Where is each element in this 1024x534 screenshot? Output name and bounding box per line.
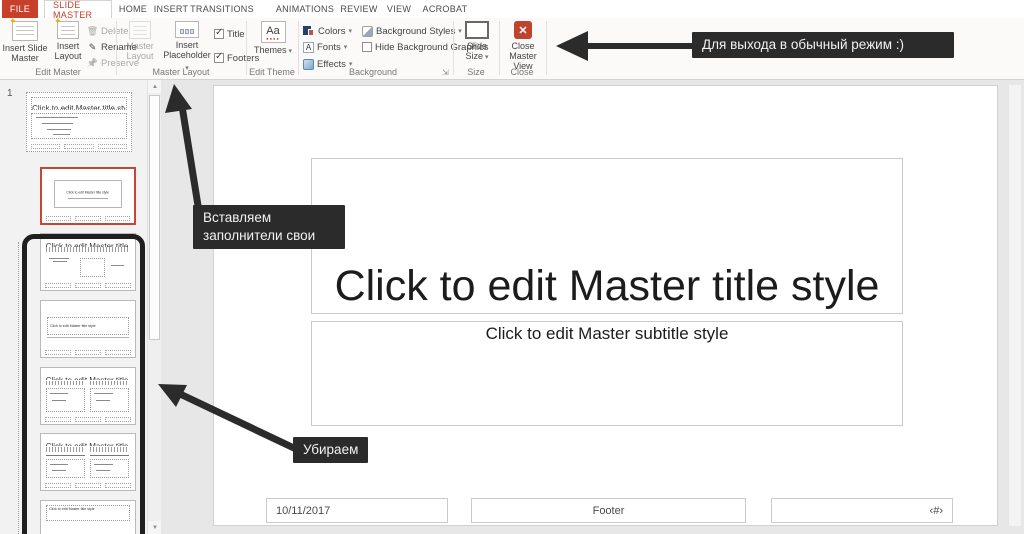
close-icon: ✕	[514, 21, 532, 39]
fonts-icon: A	[303, 41, 314, 53]
insert-slide-master-button[interactable]: ✦ Insert Slide Master	[2, 16, 48, 63]
thumbnail-layout-title-slide[interactable]: Click to edit Master title style	[40, 167, 136, 225]
scroll-down-button[interactable]: ▼	[148, 521, 161, 534]
panel-guide-line	[18, 242, 19, 534]
footer-placeholder[interactable]: Footer	[471, 498, 746, 523]
slide-number-label: 1	[7, 88, 13, 99]
thumbnail-layout-title-content[interactable]: Click to edit Master title style	[40, 233, 136, 291]
master-layout-group-label: Master Layout	[152, 67, 210, 77]
slide-editing-area: Click to edit Master title style Click t…	[161, 80, 1024, 534]
thumbnail-panel-scrollbar[interactable]: ▲ ▼	[147, 80, 161, 534]
slide-size-button[interactable]: Slide Size	[459, 21, 495, 63]
checkbox-unchecked-icon	[362, 42, 372, 52]
insert-layout-icon: ✦	[54, 16, 79, 39]
slide-size-icon	[465, 21, 489, 39]
workspace-scrollbar[interactable]	[1008, 85, 1021, 526]
tab-transitions[interactable]: TRANSITIONS	[190, 0, 254, 18]
slide-thumbnail-panel: 1 Click to edit Master title style Click…	[0, 80, 161, 534]
master-layout-icon	[129, 21, 151, 39]
background-dialog-launcher[interactable]: ⇲	[442, 68, 449, 77]
edit-theme-group-label: Edit Theme	[249, 67, 295, 77]
annotation-placeholders-note: Вставляем заполнители свои	[193, 205, 345, 249]
delete-icon: 🗑	[86, 25, 99, 36]
themes-icon: Aa ●●●●	[260, 21, 286, 43]
title-checkbox[interactable]: Title	[214, 27, 245, 41]
tab-file[interactable]: FILE	[2, 0, 38, 18]
tab-animations[interactable]: ANIMATIONS	[274, 0, 336, 18]
tab-review[interactable]: REVIEW	[338, 0, 380, 18]
annotation-remove-note: Убираем	[293, 437, 369, 463]
checkbox-checked-icon	[214, 27, 224, 39]
background-styles-button[interactable]: Background Styles	[362, 24, 462, 38]
size-group-label: Size	[467, 67, 485, 77]
master-layout-button: Master Layout	[120, 21, 160, 61]
tab-acrobat[interactable]: ACROBAT	[420, 0, 470, 18]
insert-layout-button[interactable]: ✦ Insert Layout	[50, 16, 86, 61]
thumbnail-layout-title-only[interactable]: Click to edit Master title style	[40, 500, 136, 534]
thumbnail-layout-section-header[interactable]: Click to edit Master title style	[40, 300, 136, 358]
slide-number-placeholder[interactable]: ‹#›	[771, 498, 953, 523]
scrollbar-thumb[interactable]	[149, 95, 160, 340]
annotation-exit-note: Для выхода в обычный режим :)	[692, 32, 954, 58]
ribbon-tab-bar: FILE SLIDE MASTER HOME INSERT TRANSITION…	[0, 0, 1024, 20]
tab-view[interactable]: VIEW	[382, 0, 416, 18]
background-styles-icon	[362, 25, 373, 37]
thumbnail-layout-two-content[interactable]: Click to edit Master title style	[40, 367, 136, 425]
thumbnail-slide-master[interactable]: Click to edit Master title style	[26, 92, 132, 152]
scroll-up-button[interactable]: ▲	[148, 80, 161, 93]
fonts-button[interactable]: A Fonts	[303, 40, 347, 54]
title-placeholder[interactable]: Click to edit Master title style	[311, 158, 903, 314]
thumbnail-layout-comparison[interactable]: Click to edit Master title style	[40, 433, 136, 491]
rename-icon: ✎	[88, 41, 97, 52]
background-group-label: Background	[348, 67, 398, 77]
colors-icon	[303, 25, 315, 37]
subtitle-placeholder[interactable]: Click to edit Master subtitle style	[311, 321, 903, 426]
colors-button[interactable]: Colors	[303, 24, 352, 38]
close-master-view-button[interactable]: ✕ Close Master View	[501, 21, 545, 71]
close-group-label: Close	[510, 67, 534, 77]
edit-master-group-label: Edit Master	[35, 67, 81, 77]
date-placeholder[interactable]: 10/11/2017	[266, 498, 448, 523]
checkbox-checked-icon	[214, 51, 224, 63]
tab-insert[interactable]: INSERT	[152, 0, 190, 18]
insert-placeholder-icon	[175, 21, 199, 38]
themes-button[interactable]: Aa ●●●● Themes	[252, 21, 294, 57]
insert-slide-master-icon: ✦	[9, 16, 38, 41]
tab-home[interactable]: HOME	[116, 0, 150, 18]
ribbon-group-separator	[546, 21, 547, 75]
